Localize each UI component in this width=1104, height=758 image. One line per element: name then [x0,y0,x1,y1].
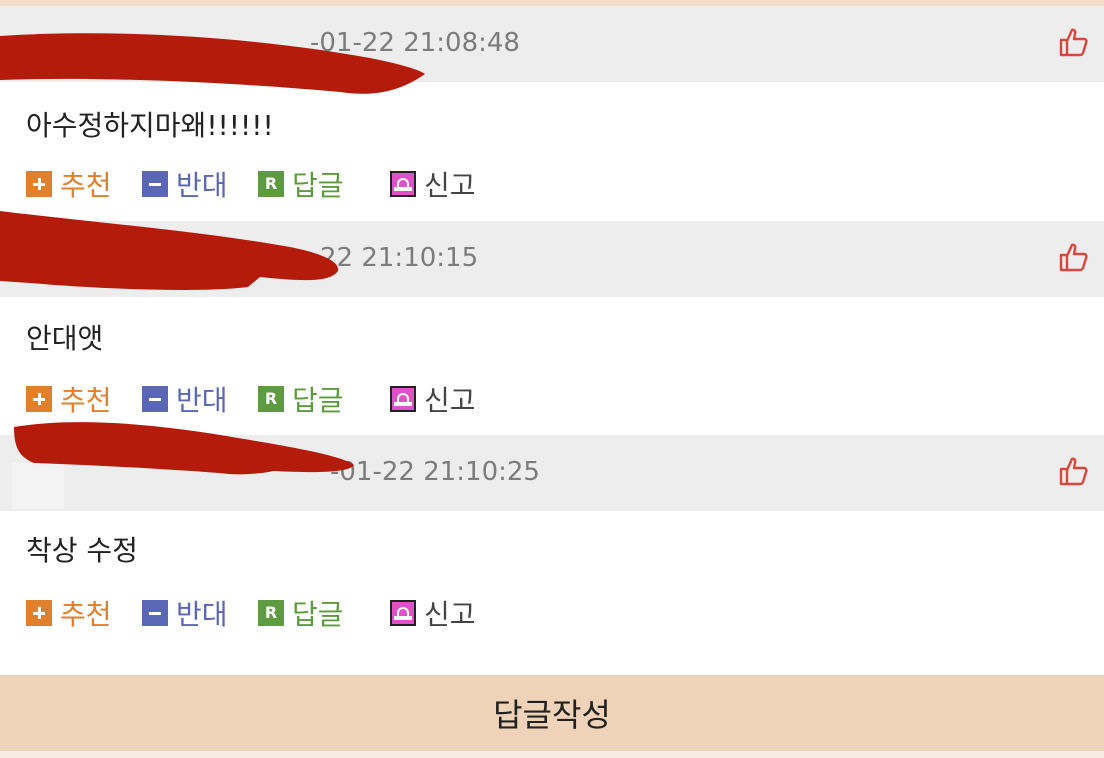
report-button[interactable]: 신고 [390,593,476,633]
reply-label: 답글 [292,169,344,202]
siren-icon [390,600,416,626]
recommend-button[interactable]: 추천 [26,593,112,633]
recommend-button[interactable]: 추천 [26,164,112,204]
oppose-label: 반대 [176,169,228,202]
plus-icon [26,171,52,197]
recommend-label: 추천 [60,384,112,417]
comment-text: 착상 수정 [26,534,138,567]
oppose-button[interactable]: 반대 [142,593,228,633]
reply-label: 답글 [292,598,344,631]
comment-text: 안대앳 [26,322,104,355]
redaction-mark [0,33,425,94]
plus-icon [26,600,52,626]
thumbs-up-icon[interactable] [1058,26,1088,58]
thumbs-up-icon[interactable] [1058,241,1088,273]
minus-icon [142,386,168,412]
comment-header: -01-22 21:10:25 [0,422,1104,511]
reply-button[interactable]: R 답글 [258,164,344,204]
report-label: 신고 [424,384,476,417]
comment-header: -01-22 21:08:48 [0,6,1104,94]
oppose-button[interactable]: 반대 [142,164,228,204]
reply-icon: R [258,386,284,412]
redaction-mark [14,422,354,475]
recommend-label: 추천 [60,598,112,631]
minus-icon [142,171,168,197]
comment-item: -01-22 21:10:25 착상 수정 추천 반대 R 답글 신고 [0,422,1104,675]
minus-icon [142,600,168,626]
reply-button[interactable]: R 답글 [258,593,344,633]
report-button[interactable]: 신고 [390,164,476,204]
siren-icon [390,171,416,197]
report-label: 신고 [424,598,476,631]
report-button[interactable]: 신고 [390,379,476,419]
reply-button[interactable]: R 답글 [258,379,344,419]
recommend-button[interactable]: 추천 [26,379,112,419]
oppose-label: 반대 [176,384,228,417]
comment-text: 아수정하지마왜!!!!!! [26,109,274,142]
report-label: 신고 [424,169,476,202]
reply-icon: R [258,171,284,197]
write-reply-button[interactable]: 답글작성 [0,675,1104,751]
oppose-button[interactable]: 반대 [142,379,228,419]
recommend-label: 추천 [60,169,112,202]
reply-label: 답글 [292,384,344,417]
redaction-mark [0,211,339,290]
reply-icon: R [258,600,284,626]
comment-timestamp: -01-22 21:10:25 [330,457,540,487]
bottom-strip [0,751,1104,758]
plus-icon [26,386,52,412]
comment-item: 22 21:10:15 안대앳 추천 반대 R 답글 신고 [0,211,1104,435]
comment-item: -01-22 21:08:48 아수정하지마왜!!!!!! 추천 반대 R 답글… [0,6,1104,221]
oppose-label: 반대 [176,598,228,631]
siren-icon [390,386,416,412]
thumbs-up-icon[interactable] [1058,455,1088,487]
comment-header: 22 21:10:15 [0,211,1104,297]
